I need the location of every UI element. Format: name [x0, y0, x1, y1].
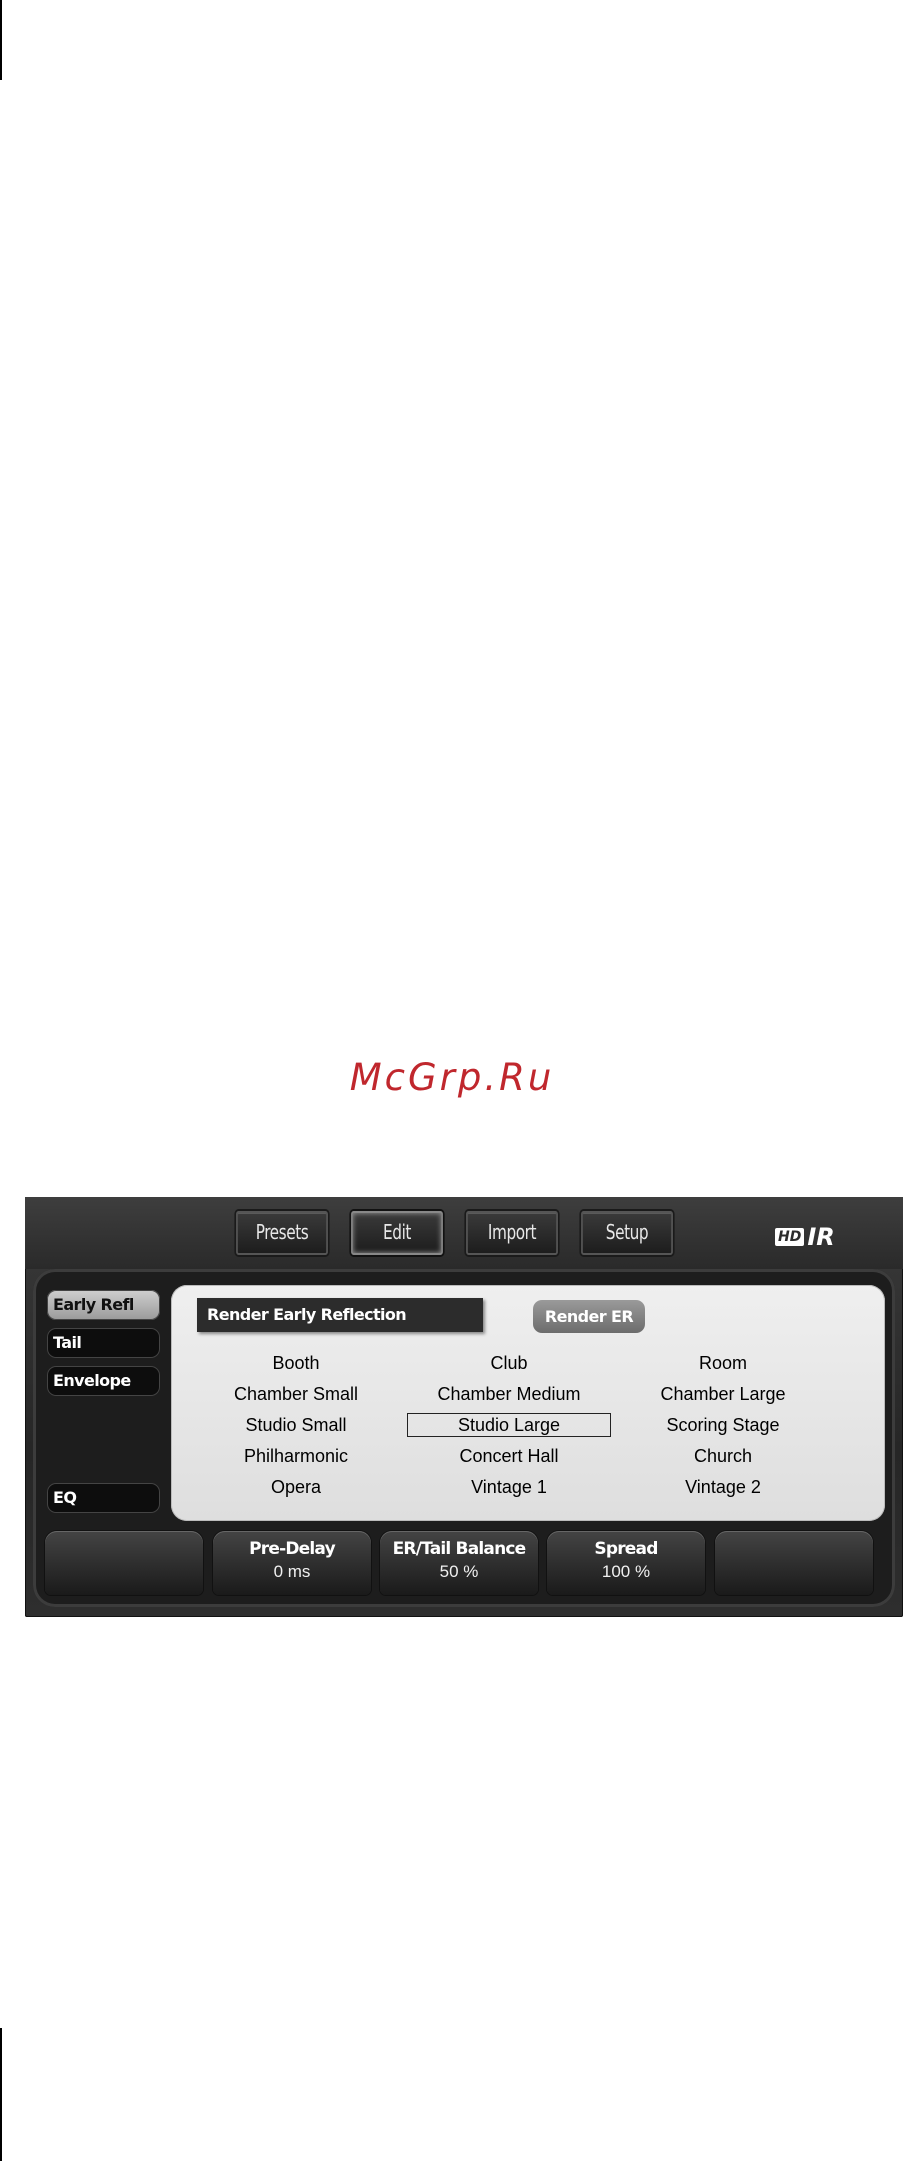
sidebar-item-tail[interactable]: Tail	[47, 1328, 160, 1358]
parameter-row: Pre-Delay 0 ms ER/Tail Balance 50 % Spre…	[45, 1531, 875, 1599]
sidebar-item-envelope[interactable]: Envelope	[47, 1366, 160, 1396]
hd-ir-logo: HD IR	[775, 1223, 835, 1251]
preset-item[interactable]: Vintage 2	[621, 1475, 825, 1499]
tab-edit[interactable]: Edit	[351, 1211, 443, 1255]
param-name: Pre-Delay	[249, 1539, 336, 1559]
preset-item[interactable]: Chamber Large	[621, 1382, 825, 1406]
preset-item[interactable]: Opera	[194, 1475, 398, 1499]
logo-hd: HD	[775, 1228, 805, 1246]
edit-panel: Early Refl Tail Envelope EQ Render Early…	[33, 1269, 895, 1607]
param-value: 100 %	[601, 1562, 651, 1581]
tab-import[interactable]: Import	[466, 1211, 558, 1255]
render-early-reflection-label: Render Early Reflection	[197, 1298, 483, 1332]
tab-presets[interactable]: Presets	[236, 1211, 328, 1255]
param-name: Spread	[594, 1539, 658, 1559]
param-spread[interactable]: Spread 100 %	[547, 1531, 705, 1595]
param-knob-empty-right[interactable]	[715, 1531, 873, 1595]
preset-item[interactable]: Philharmonic	[194, 1444, 398, 1468]
preset-item[interactable]: Club	[407, 1351, 611, 1375]
param-value: 50 %	[439, 1562, 479, 1581]
top-bar: Presets Edit Import Setup HD IR	[25, 1197, 903, 1269]
preset-item[interactable]: Studio Small	[194, 1413, 398, 1437]
preset-item-selected[interactable]: Studio Large	[407, 1413, 611, 1437]
preset-item[interactable]: Chamber Medium	[407, 1382, 611, 1406]
param-name: ER/Tail Balance	[392, 1539, 527, 1559]
preset-item[interactable]: Concert Hall	[407, 1444, 611, 1468]
logo-ir: IR	[807, 1223, 835, 1251]
page-margin-line-bottom	[0, 2028, 2, 2161]
hd-ir-plugin-window: Presets Edit Import Setup HD IR Early Re…	[25, 1197, 903, 1617]
preset-item[interactable]: Church	[621, 1444, 825, 1468]
param-knob-empty-left[interactable]	[45, 1531, 203, 1595]
render-er-button[interactable]: Render ER	[533, 1300, 645, 1333]
param-value: 0 ms	[273, 1562, 311, 1581]
preset-item[interactable]: Scoring Stage	[621, 1413, 825, 1437]
preset-item[interactable]: Booth	[194, 1351, 398, 1375]
param-pre-delay[interactable]: Pre-Delay 0 ms	[213, 1531, 371, 1595]
tab-setup[interactable]: Setup	[581, 1211, 673, 1255]
page-margin-line-top	[0, 0, 2, 80]
preset-item[interactable]: Room	[621, 1351, 825, 1375]
sidebar-item-early-refl[interactable]: Early Refl	[47, 1290, 160, 1320]
preset-item[interactable]: Chamber Small	[194, 1382, 398, 1406]
sidebar-item-eq[interactable]: EQ	[47, 1483, 160, 1513]
param-er-tail-balance[interactable]: ER/Tail Balance 50 %	[380, 1531, 538, 1595]
preset-item[interactable]: Vintage 1	[407, 1475, 611, 1499]
watermark: McGrp.Ru	[349, 1056, 555, 1099]
preset-display: Render Early Reflection Render ER Booth …	[171, 1285, 885, 1521]
